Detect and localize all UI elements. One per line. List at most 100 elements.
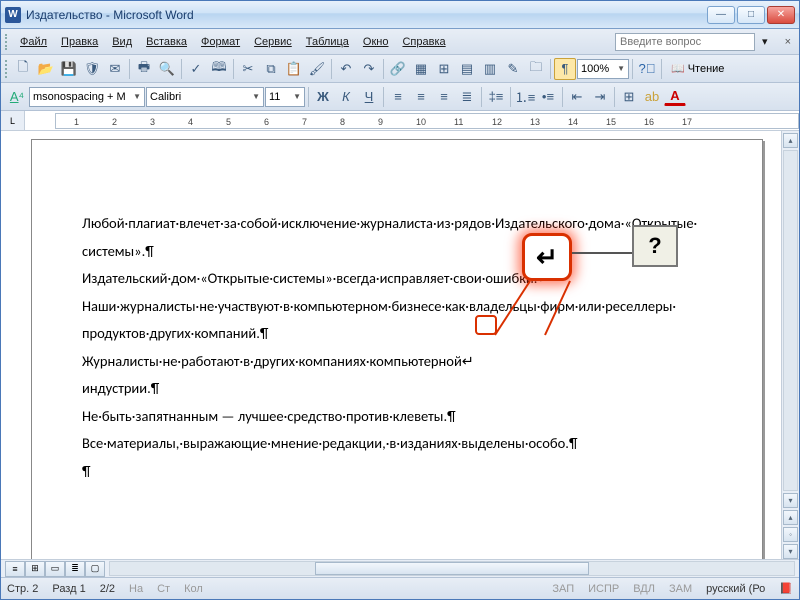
doc-close-button[interactable]: × [781,34,795,50]
cut-icon[interactable]: ✂ [237,58,259,80]
select-browse-icon[interactable]: ◦ [783,527,798,542]
menu-view[interactable]: Вид [105,33,139,51]
tables-borders-icon[interactable]: ▦ [410,58,432,80]
toolbar-grip[interactable] [5,34,9,50]
text-line[interactable]: Не·быть·запятнанным — лучшее·средство·пр… [82,403,722,431]
print-layout-view-icon[interactable]: ▭ [45,561,65,577]
toolbar-options-icon[interactable]: ▾ [755,32,775,51]
spellcheck-icon[interactable]: ✓ [185,58,207,80]
toolbar-grip[interactable] [5,60,9,78]
document-viewport[interactable]: Любой·плагиат·влечет·за·собой·исключение… [25,131,781,559]
status-trk[interactable]: ИСПР [588,583,619,595]
horizontal-ruler[interactable]: 1234567891011121314151617 [25,111,799,131]
ruler-tick: 12 [492,117,502,127]
status-rec[interactable]: ЗАП [552,583,574,595]
status-lang[interactable]: русский (Ро [706,583,765,595]
help-icon[interactable]: ?⃝ [636,58,658,80]
copy-icon[interactable]: ⧉ [260,58,282,80]
minimize-button[interactable]: — [707,6,735,24]
menu-edit[interactable]: Правка [54,33,105,51]
text-line[interactable]: Все·материалы,·выражающие·мнение·редакци… [82,430,722,458]
print-icon[interactable]: 🖶 [133,58,155,80]
redo-icon[interactable]: ↷ [358,58,380,80]
styles-pane-icon[interactable]: A⁴ [6,86,28,108]
underline-icon[interactable]: Ч [358,86,380,108]
bold-icon[interactable]: Ж [312,86,334,108]
text-line[interactable]: продуктов·других·компаний.¶ [82,320,722,348]
status-ovr[interactable]: ЗАМ [669,583,692,595]
print-preview-icon[interactable]: 🔍 [156,58,178,80]
close-button[interactable]: ✕ [767,6,795,24]
italic-icon[interactable]: К [335,86,357,108]
zoom-combo[interactable]: 100%▼ [577,59,629,79]
menu-file[interactable]: Файл [13,33,54,51]
scroll-thumb[interactable] [315,562,589,575]
menu-insert[interactable]: Вставка [139,33,194,51]
menu-help[interactable]: Справка [395,33,452,51]
align-center-icon[interactable]: ≡ [410,86,432,108]
drawing-icon[interactable]: ✎ [502,58,524,80]
research-icon[interactable]: 🕮 [208,58,230,80]
reading-view-icon[interactable]: ▢ [85,561,105,577]
help-search-input[interactable] [615,33,755,51]
decrease-indent-icon[interactable]: ⇤ [566,86,588,108]
maximize-button[interactable]: □ [737,6,765,24]
highlight-icon[interactable]: ab [641,86,663,108]
font-combo[interactable]: Calibri▼ [146,87,264,107]
menu-window[interactable]: Окно [356,33,396,51]
normal-view-icon[interactable]: ≡ [5,561,25,577]
increase-indent-icon[interactable]: ⇥ [589,86,611,108]
horizontal-scrollbar[interactable] [109,561,795,576]
status-spell-icon[interactable]: 📕 [779,582,793,595]
text-line[interactable]: Издательский·дом·«Открытые·системы»·всег… [82,265,722,293]
scroll-up-icon[interactable]: ▴ [783,133,798,148]
doc-map-icon[interactable]: 🗀 [525,58,547,80]
justify-icon[interactable]: ≣ [456,86,478,108]
permissions-icon[interactable]: 🛡 [81,58,103,80]
reading-mode-button[interactable]: 📖 Чтение [665,60,730,77]
next-page-icon[interactable]: ▾ [783,544,798,559]
bullet-list-icon[interactable]: •≡ [537,86,559,108]
ruler-corner: L [1,111,25,131]
status-at: На [129,583,143,595]
insert-table-icon[interactable]: ⊞ [433,58,455,80]
numbered-list-icon[interactable]: ⒈≡ [514,86,536,108]
font-color-icon[interactable]: A [664,87,686,106]
save-icon[interactable]: 💾 [58,58,80,80]
vertical-scrollbar[interactable]: ▴ ▾ ▴ ◦ ▾ [781,131,799,559]
paste-icon[interactable]: 📋 [283,58,305,80]
mail-icon[interactable]: ✉ [104,58,126,80]
scroll-track[interactable] [783,150,798,491]
text-line[interactable]: индустрии.¶ [82,375,722,403]
ruler-tick: 8 [340,117,345,127]
scroll-down-icon[interactable]: ▾ [783,493,798,508]
align-right-icon[interactable]: ≡ [433,86,455,108]
font-size-combo[interactable]: 11▼ [265,87,305,107]
borders-icon[interactable]: ⊞ [618,86,640,108]
status-ext[interactable]: ВДЛ [633,583,655,595]
text-line[interactable]: Любой·плагиат·влечет·за·собой·исключение… [82,210,722,238]
line-spacing-icon[interactable]: ‡≡ [485,86,507,108]
ruler-tick: 16 [644,117,654,127]
hyperlink-icon[interactable]: 🔗 [387,58,409,80]
excel-icon[interactable]: ▤ [456,58,478,80]
text-line[interactable]: Наши·журналисты·не·участвуют·в·компьютер… [82,293,722,321]
align-left-icon[interactable]: ≡ [387,86,409,108]
menu-format[interactable]: Формат [194,33,247,51]
menu-service[interactable]: Сервис [247,33,299,51]
show-formatting-icon[interactable]: ¶ [554,58,576,80]
vertical-ruler[interactable] [1,131,25,559]
format-painter-icon[interactable]: 🖌 [306,58,328,80]
undo-icon[interactable]: ↶ [335,58,357,80]
style-combo[interactable]: msonospacing + М▼ [29,87,145,107]
outline-view-icon[interactable]: ≣ [65,561,85,577]
text-line[interactable]: ¶ [82,458,722,486]
text-line[interactable]: Журналисты·не·работают·в·других·компания… [82,348,722,376]
status-col: Кол [184,583,203,595]
menu-table[interactable]: Таблица [299,33,356,51]
open-icon[interactable]: 📂 [35,58,57,80]
prev-page-icon[interactable]: ▴ [783,510,798,525]
columns-icon[interactable]: ▥ [479,58,501,80]
new-doc-icon[interactable]: 🗋 [12,58,34,80]
web-view-icon[interactable]: ⊞ [25,561,45,577]
